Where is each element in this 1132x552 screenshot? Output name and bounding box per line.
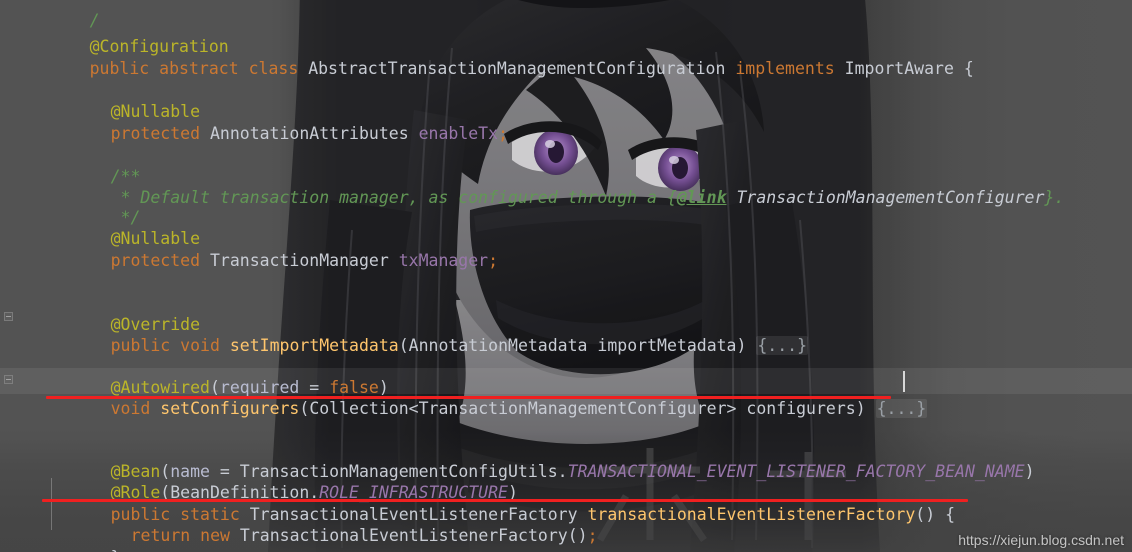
token-closing-brace: } (111, 548, 121, 552)
ide-editor-screenshot: / @Configuration public abstract class A… (0, 0, 1132, 552)
red-underline-set-configurers (46, 396, 891, 399)
red-underline-factory-method (42, 499, 968, 502)
token-keyword-new: new (200, 525, 230, 545)
token-keyword-return: return (130, 525, 191, 545)
code-line[interactable]: protected TransactionManager txManager; (51, 222, 498, 270)
token-type-annotation-attributes: AnnotationAttributes (209, 123, 409, 143)
token-keyword-class: class (248, 58, 299, 78)
token-param-configurers: configurers (746, 398, 856, 418)
code-line[interactable]: public abstract class AbstractTransactio… (30, 30, 974, 78)
token-method-set-configurers: setConfigurers (160, 398, 300, 418)
token-method-factory: transactionalEventListenerFactory (587, 504, 916, 524)
token-keyword-void: void (110, 398, 151, 418)
code-line-current[interactable]: void setConfigurers(Collection<Transacti… (51, 370, 928, 418)
token-type-annotation-metadata: AnnotationMetadata (408, 335, 588, 355)
code-line[interactable]: } (51, 519, 121, 552)
token-keyword-protected: protected (110, 250, 201, 270)
token-field-enable-tx: enableTx (418, 123, 499, 143)
code-line[interactable]: * Default transaction manager, as config… (51, 159, 1065, 207)
code-text-area[interactable]: / @Configuration public abstract class A… (0, 0, 1132, 552)
token-keyword-implements: implements (735, 58, 835, 78)
folded-code-placeholder[interactable]: {...} (875, 398, 928, 418)
token-field-tx-manager: txManager (398, 250, 489, 270)
token-comment-link-reference: TransactionManagementConfigurer (726, 187, 1045, 207)
token-comment-period: . (1054, 187, 1065, 207)
token-type-tm-configurer: TransactionManagementConfigurer (418, 398, 727, 418)
folded-code-placeholder[interactable]: {...} (756, 335, 809, 355)
token-comment-link-brace-close: } (1044, 187, 1055, 207)
token-comment-link-tag[interactable]: @link (677, 188, 727, 207)
code-line[interactable]: public void setImportMetadata(Annotation… (51, 307, 809, 355)
token-type-class-name: AbstractTransactionManagementConfigurati… (308, 58, 726, 78)
token-type-transaction-manager: TransactionManager (209, 250, 389, 270)
code-line[interactable]: protected AnnotationAttributes enableTx; (51, 95, 508, 143)
token-type-factory: TransactionalEventListenerFactory (239, 525, 568, 545)
token-comment-link-brace-open: { (666, 187, 677, 207)
token-param-import-metadata: importMetadata (597, 335, 737, 355)
watermark-url: https://xiejun.blog.csdn.net (958, 532, 1124, 548)
token-type-collection: Collection (309, 398, 409, 418)
token-type-import-aware: ImportAware (844, 58, 954, 78)
code-line[interactable]: / (30, 0, 100, 30)
text-caret (903, 371, 905, 392)
